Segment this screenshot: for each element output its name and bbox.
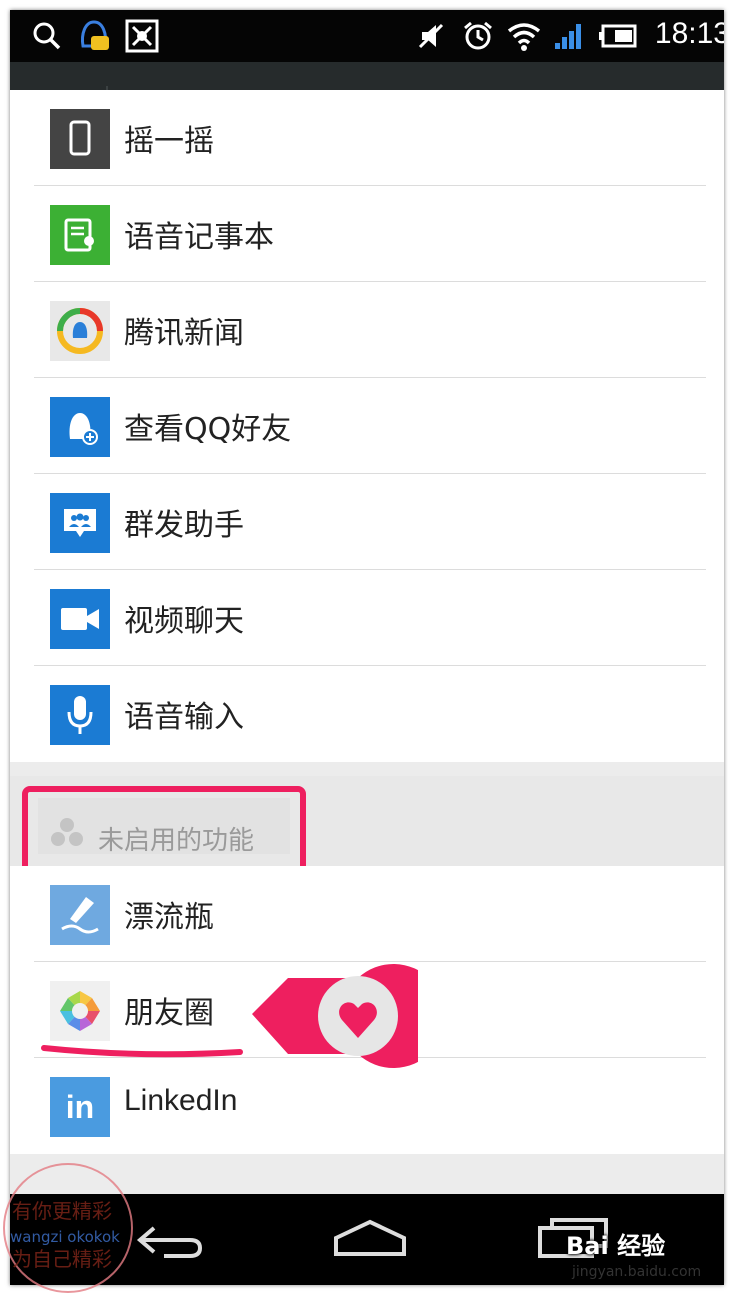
qq-friends-icon — [50, 397, 110, 457]
baidu-jingyan-watermark: Bai 经验 jingyan.baidu.com — [556, 1220, 736, 1290]
broadcast-helper-icon — [50, 493, 110, 553]
svg-text:为自己精彩: 为自己精彩 — [12, 1247, 112, 1271]
annotation-callout — [248, 954, 446, 1078]
back-nav-icon[interactable] — [134, 1214, 206, 1266]
list-item-video-chat[interactable]: 视频聊天 — [10, 570, 724, 666]
list-item-voice-notepad[interactable]: 语音记事本 — [10, 186, 724, 282]
list-item-tencent-news[interactable]: 腾讯新闻 — [10, 282, 724, 378]
list-item-label: 摇一摇 — [124, 124, 214, 159]
list-item-label: 视频聊天 — [124, 604, 244, 639]
linkedin-icon: in — [50, 1077, 110, 1137]
phone-screen: 18:13 功能 摇一摇 语音记事本 腾 — [10, 10, 724, 1285]
list-item-qq-friends[interactable]: 查看QQ好友 — [10, 378, 724, 474]
tencent-news-icon — [50, 301, 110, 361]
voice-input-icon — [50, 685, 110, 745]
alarm-icon — [460, 18, 496, 54]
list-item-label: 群发助手 — [124, 508, 244, 543]
annotation-underline — [40, 1040, 246, 1064]
highlight-box — [22, 786, 306, 878]
list-item-label: 朋友圈 — [124, 996, 214, 1031]
list-item-label: 漂流瓶 — [124, 900, 214, 935]
search-icon — [30, 18, 64, 54]
qq-icon — [76, 18, 112, 54]
wifi-icon — [506, 18, 542, 54]
shake-icon — [50, 109, 110, 169]
watermark-stamp: 有你更精彩 wangzi okokok 为自己精彩 — [0, 1160, 140, 1300]
status-time: 18:13 — [654, 17, 724, 50]
drift-bottle-icon — [50, 885, 110, 945]
svg-text:有你更精彩: 有你更精彩 — [12, 1199, 112, 1223]
status-bar: 18:13 — [10, 10, 724, 62]
svg-text:wangzi okokok: wangzi okokok — [10, 1228, 120, 1246]
video-chat-icon — [50, 589, 110, 649]
list-item-voice-input[interactable]: 语音输入 — [10, 666, 724, 762]
list-item-broadcast-helper[interactable]: 群发助手 — [10, 474, 724, 570]
mute-icon — [414, 18, 448, 54]
moments-icon — [50, 981, 110, 1041]
list-item-label: 腾讯新闻 — [124, 316, 244, 351]
list-item-label: 语音输入 — [124, 700, 244, 735]
signal-icon — [552, 18, 586, 54]
watermark-url: jingyan.baidu.com — [572, 1264, 702, 1280]
watermark-brand: Bai 经验 — [566, 1232, 666, 1260]
list-item-label: 查看QQ好友 — [124, 412, 292, 447]
list-item-label: LinkedIn — [124, 1084, 238, 1117]
voice-notepad-icon — [50, 205, 110, 265]
clean-icon — [124, 18, 160, 54]
disabled-section-header: 未启用的功能 — [10, 776, 724, 878]
list-item-label: 语音记事本 — [124, 220, 274, 255]
list-item-shake[interactable]: 摇一摇 — [10, 90, 724, 186]
list-item-drift-bottle[interactable]: 漂流瓶 — [10, 866, 724, 962]
battery-icon — [598, 18, 640, 54]
home-nav-icon[interactable] — [332, 1214, 408, 1266]
